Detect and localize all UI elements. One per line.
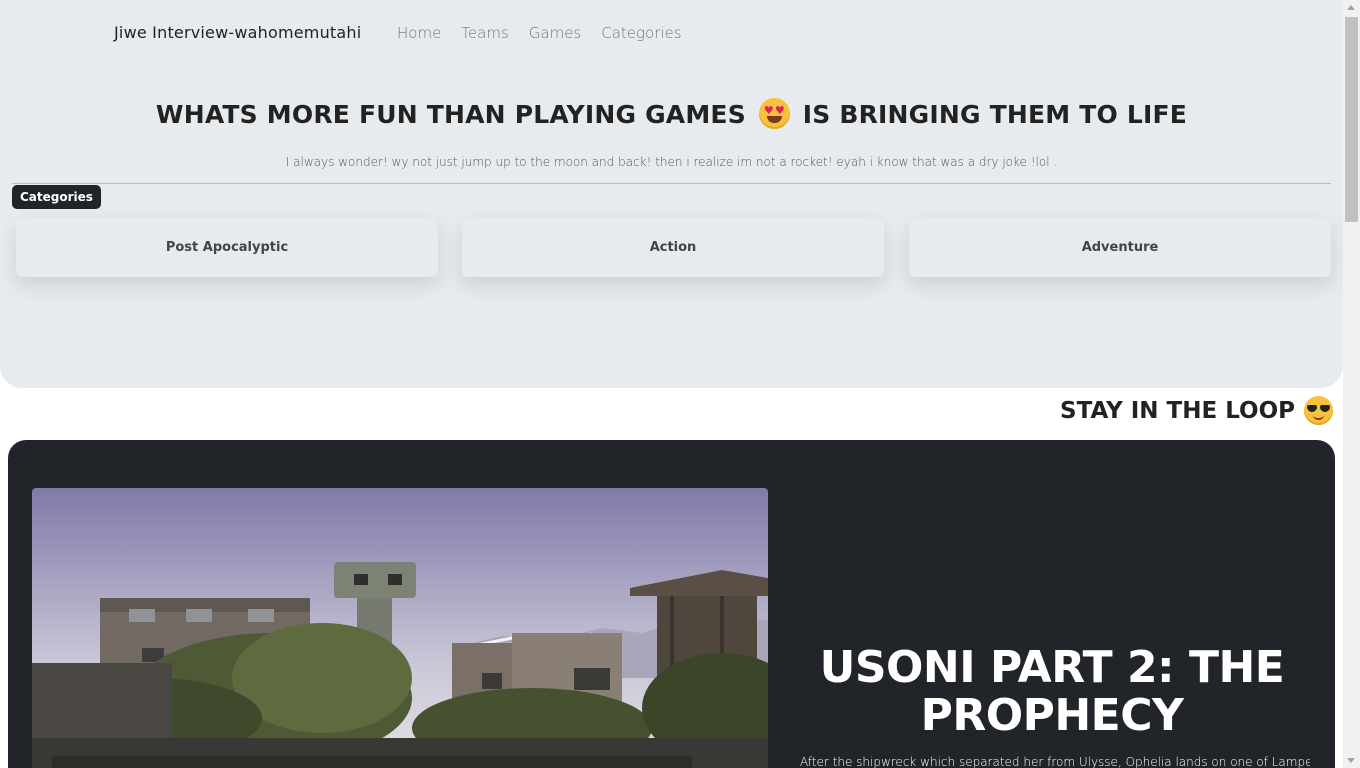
stay-in-loop-text: STAY IN THE LOOP <box>1060 397 1295 424</box>
scrollbar-thumb[interactable] <box>1345 17 1358 222</box>
stay-in-loop-heading: STAY IN THE LOOP <box>1060 396 1333 425</box>
featured-game-description: After the shipwreck which separated her … <box>800 755 1310 768</box>
headline-part-2: IS BRINGING THEM TO LIFE <box>802 100 1188 129</box>
featured-game-title: USONI PART 2: THE PROPHECY <box>819 642 1285 741</box>
hero-divider <box>12 183 1331 184</box>
category-card-post-apocalyptic[interactable]: Post Apocalyptic <box>16 218 438 277</box>
navbar-links: Home Teams Games Categories <box>397 24 682 42</box>
sunglasses-emoji-icon <box>1304 396 1333 425</box>
nav-link-home[interactable]: Home <box>397 24 441 42</box>
headline-part-1: WHATS MORE FUN THAN PLAYING GAMES <box>155 100 746 129</box>
nav-link-categories[interactable]: Categories <box>601 24 681 42</box>
category-label: Adventure <box>1081 240 1159 255</box>
nav-link-games[interactable]: Games <box>529 24 581 42</box>
category-card-action[interactable]: Action <box>462 218 884 277</box>
category-card-adventure[interactable]: Adventure <box>909 218 1331 277</box>
featured-game-section: USONI PART 2: THE PROPHECY After the shi… <box>8 440 1335 768</box>
scroll-down-icon[interactable] <box>1347 758 1355 763</box>
hero-headline: WHATS MORE FUN THAN PLAYING GAMES ♥ ♥ IS … <box>0 98 1343 129</box>
hero-section: Jiwe Interview-wahomemutahi Home Teams G… <box>0 0 1343 388</box>
scroll-up-icon[interactable] <box>1347 5 1355 10</box>
navbar-brand[interactable]: Jiwe Interview-wahomemutahi <box>114 23 361 42</box>
nav-link-teams[interactable]: Teams <box>461 24 508 42</box>
category-label: Post Apocalyptic <box>165 240 289 255</box>
heart-eyes-emoji-icon: ♥ ♥ <box>758 98 790 129</box>
page: Jiwe Interview-wahomemutahi Home Teams G… <box>0 0 1343 768</box>
hero-subline: I always wonder! wy not just jump up to … <box>285 155 1058 169</box>
categories-badge: Categories <box>12 185 101 209</box>
category-label: Action <box>649 240 697 255</box>
featured-game-image[interactable] <box>32 488 768 768</box>
page-scrollbar[interactable] <box>1343 0 1360 768</box>
